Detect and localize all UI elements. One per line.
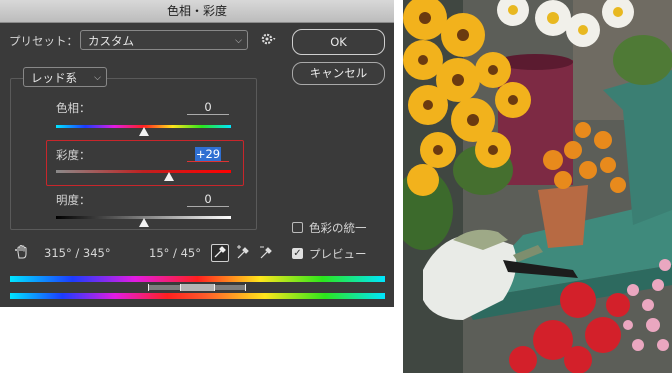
chevron-down-icon: ⌵ xyxy=(235,36,242,46)
eyedropper-icon[interactable] xyxy=(211,244,229,262)
saturation-label: 彩度： xyxy=(56,148,91,162)
channel-value: レッド系 xyxy=(31,71,77,85)
cancel-button[interactable]: キャンセル xyxy=(292,62,385,85)
hue-slider-thumb[interactable] xyxy=(138,127,149,136)
preview-checkbox[interactable]: ✓ xyxy=(292,248,303,259)
input-color-bar xyxy=(10,276,385,282)
lightness-value-field[interactable]: 0 xyxy=(187,192,229,207)
channel-select[interactable]: レッド系 ⌵ xyxy=(23,67,107,87)
hue-value-field[interactable]: 0 xyxy=(187,100,229,115)
ok-button[interactable]: OK xyxy=(292,29,385,55)
saturation-slider-track[interactable] xyxy=(56,170,231,173)
range-selector[interactable] xyxy=(148,284,246,291)
colorize-label: 色彩の統一 xyxy=(309,221,367,235)
targeted-adjust-icon[interactable] xyxy=(14,244,30,260)
preview-photo xyxy=(403,0,672,373)
saturation-value-text: +29 xyxy=(194,147,222,161)
preset-label: プリセット： xyxy=(9,34,78,48)
lightness-label: 明度： xyxy=(56,193,91,207)
colorize-checkbox[interactable] xyxy=(292,222,303,233)
output-color-bar xyxy=(10,293,385,299)
saturation-value-field[interactable]: +29 xyxy=(187,147,229,162)
preview-label: プレビュー xyxy=(309,247,367,261)
range-right-readout: 15° / 45° xyxy=(149,246,201,260)
hue-label: 色相： xyxy=(56,101,91,115)
preset-select[interactable]: カスタム ⌵ xyxy=(80,30,248,50)
dialog-title: 色相・彩度 xyxy=(0,0,394,23)
saturation-slider-thumb[interactable] xyxy=(163,172,174,181)
range-left-readout: 315° / 345° xyxy=(44,246,111,260)
eyedropper-minus-icon[interactable] xyxy=(258,244,274,260)
preset-value: カスタム xyxy=(88,34,134,48)
chevron-down-icon: ⌵ xyxy=(94,73,101,83)
hue-saturation-dialog: 色相・彩度 プリセット： カスタム ⌵ OK キャンセル レッド系 ⌵ 色相： … xyxy=(0,0,394,307)
gear-icon[interactable] xyxy=(258,29,278,49)
eyedropper-plus-icon[interactable] xyxy=(235,244,251,260)
lightness-slider-thumb[interactable] xyxy=(138,218,149,227)
